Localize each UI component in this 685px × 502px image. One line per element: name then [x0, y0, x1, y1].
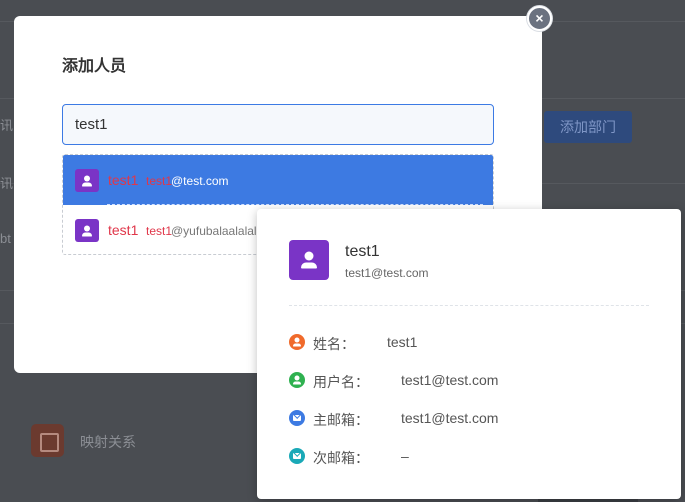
user-avatar-icon [75, 219, 99, 242]
profile-name: test1 [345, 243, 380, 260]
bg-side-label: 讯 [0, 118, 14, 133]
result-email-rest: @test.com [171, 174, 229, 188]
field-value: test1 [387, 334, 418, 350]
field-value: test1@test.com [401, 410, 499, 426]
profile-email: test1@test.com [345, 266, 429, 280]
mail-icon [289, 448, 305, 464]
field-label: 次邮箱： [313, 450, 369, 466]
user-avatar-icon [75, 169, 99, 192]
result-name: test1 [108, 172, 139, 188]
field-value: – [401, 448, 409, 464]
add-department-button[interactable]: 添加部门 [544, 111, 632, 143]
field-label: 姓名： [313, 336, 355, 352]
user-avatar-icon [289, 240, 329, 280]
result-email-highlight: test1 [146, 224, 173, 238]
search-input[interactable] [62, 104, 494, 145]
person-icon [289, 334, 305, 350]
bg-side-label: 讯 [0, 176, 14, 191]
close-icon[interactable]: × [527, 6, 552, 31]
field-label: 用户名： [313, 374, 369, 390]
result-email-rest: @yufubalaalalal [171, 224, 257, 238]
field-label: 主邮箱： [313, 412, 369, 428]
modal-title: 添加人员 [62, 58, 127, 75]
result-email-highlight: test1 [146, 174, 173, 188]
divider [289, 305, 649, 306]
mapping-label[interactable]: 映射关系 [80, 432, 136, 452]
field-value: test1@test.com [401, 372, 499, 388]
result-item[interactable]: test1 test1 @test.com [63, 155, 493, 205]
bg-side-label: bt [0, 231, 11, 246]
mapping-icon [31, 424, 64, 457]
mail-icon [289, 410, 305, 426]
user-profile-card: test1 test1@test.com 姓名： test1 用户名： test… [257, 209, 681, 499]
person-icon [289, 372, 305, 388]
result-name: test1 [108, 222, 139, 238]
